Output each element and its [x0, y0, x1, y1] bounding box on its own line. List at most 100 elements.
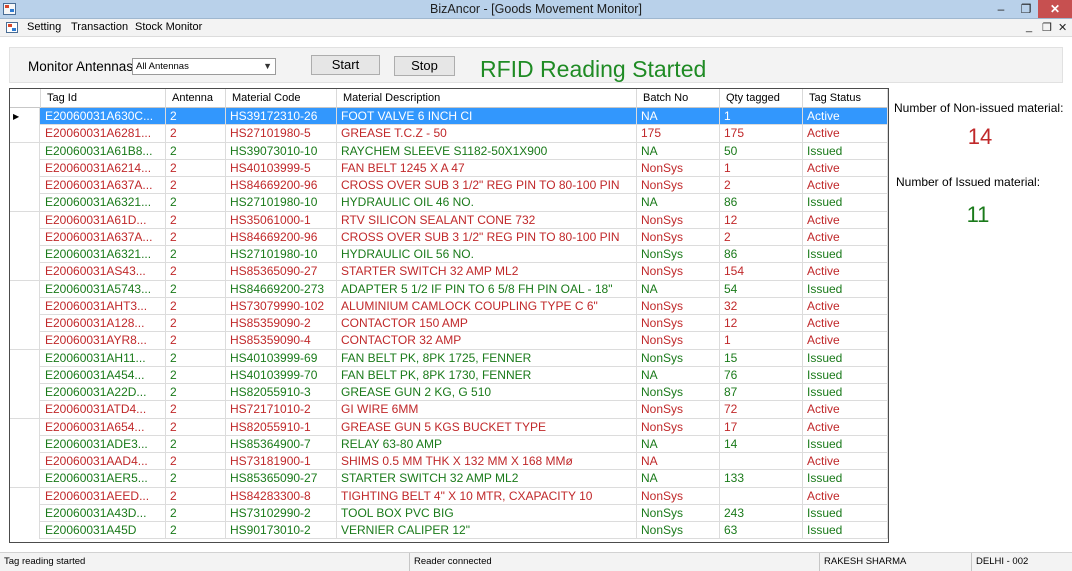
cell-tag-status[interactable]: Issued — [803, 194, 888, 212]
current-row-indicator-icon[interactable]: ▶ — [10, 108, 40, 125]
mdi-close-button[interactable]: ✕ — [1058, 21, 1067, 34]
cell-material-code[interactable]: HS90173010-2 — [226, 522, 337, 539]
cell-qty-tagged[interactable]: 1 — [720, 159, 803, 177]
table-row[interactable]: E20060031A61B8... 2 HS39073010-10 RAYCHEM S… — [10, 142, 888, 160]
cell-tag-id[interactable]: E20060031A128... — [41, 315, 166, 332]
cell-qty-tagged[interactable]: 17 — [720, 418, 803, 436]
cell-material-code[interactable]: HS84283300-8 — [226, 487, 337, 505]
cell-batch-no[interactable]: NA — [637, 108, 720, 125]
cell-material-code[interactable]: HS85365090-27 — [226, 470, 337, 488]
cell-antenna[interactable]: 2 — [166, 159, 226, 177]
row-selector[interactable] — [10, 125, 40, 143]
table-row[interactable]: E20060031A6321... 2 HS27101980-10 HYDRAULIC… — [10, 194, 888, 212]
cell-antenna[interactable]: 2 — [166, 487, 226, 505]
cell-batch-no[interactable]: NonSys — [637, 504, 720, 522]
row-selector[interactable] — [10, 401, 40, 419]
cell-batch-no[interactable]: NonSys — [637, 315, 720, 332]
start-button[interactable]: Start — [311, 55, 380, 75]
cell-tag-id[interactable]: E20060031A5743... — [41, 280, 166, 298]
cell-material-code[interactable]: HS73181900-1 — [226, 453, 337, 470]
cell-tag-status[interactable]: Active — [803, 108, 888, 125]
goods-grid[interactable]: Tag Id Antenna Material Code Material De… — [9, 88, 889, 543]
cell-material-description[interactable]: HYDRAULIC OIL 46 NO. — [337, 194, 637, 212]
cell-antenna[interactable]: 2 — [166, 263, 226, 281]
cell-batch-no[interactable]: NonSys — [637, 297, 720, 315]
table-row[interactable]: ▶ E20060031A630C... 2 HS39172310-26 FOOT VAL… — [10, 108, 888, 126]
cell-material-description[interactable]: CROSS OVER SUB 3 1/2" REG PIN TO 80-100 … — [337, 228, 637, 246]
cell-tag-id[interactable]: E20060031A637A... — [41, 177, 166, 194]
cell-batch-no[interactable]: NonSys — [637, 522, 720, 539]
cell-antenna[interactable]: 2 — [166, 246, 226, 263]
cell-batch-no[interactable]: NA — [637, 280, 720, 298]
cell-material-code[interactable]: HS40103999-5 — [226, 159, 337, 177]
table-row[interactable]: E20060031A637A... 2 HS84669200-96 CROSS OVE… — [10, 228, 888, 246]
cell-material-code[interactable]: HS27101980-10 — [226, 246, 337, 263]
table-row[interactable]: E20060031ATD4... 2 HS72171010-2 GI WIRE 6MM… — [10, 401, 888, 419]
cell-material-code[interactable]: HS85359090-2 — [226, 315, 337, 332]
cell-qty-tagged[interactable]: 86 — [720, 194, 803, 212]
table-row[interactable]: E20060031A5743... 2 HS84669200-273 ADAPTER … — [10, 280, 888, 298]
cell-material-description[interactable]: CROSS OVER SUB 3 1/2" REG PIN TO 80-100 … — [337, 177, 637, 194]
cell-material-description[interactable]: CONTACTOR 150 AMP — [337, 315, 637, 332]
cell-material-description[interactable]: GREASE GUN 2 KG, G 510 — [337, 384, 637, 401]
cell-qty-tagged[interactable]: 12 — [720, 211, 803, 229]
cell-qty-tagged[interactable] — [720, 487, 803, 505]
mdi-minimize-button[interactable]: _ — [1026, 21, 1032, 33]
cell-qty-tagged[interactable]: 15 — [720, 349, 803, 367]
table-row[interactable]: E20060031AER5... 2 HS85365090-27 STARTER SW… — [10, 470, 888, 488]
table-row[interactable]: E20060031A45D 2 HS90173010-2 VERNIER CALIPE… — [10, 522, 888, 540]
cell-tag-status[interactable]: Active — [803, 418, 888, 436]
row-selector[interactable] — [10, 349, 40, 367]
cell-tag-id[interactable]: E20060031A454... — [41, 366, 166, 384]
cell-material-description[interactable]: ADAPTER 5 1/2 IF PIN TO 6 5/8 FH PIN OAL… — [337, 280, 637, 298]
cell-material-description[interactable]: FAN BELT 1245 X A 47 — [337, 159, 637, 177]
cell-batch-no[interactable]: NonSys — [637, 401, 720, 419]
stop-button[interactable]: Stop — [394, 56, 455, 76]
table-row[interactable]: E20060031AS43... 2 HS85365090-27 STARTER SW… — [10, 263, 888, 281]
cell-material-description[interactable]: FOOT VALVE 6 INCH CI — [337, 108, 637, 125]
cell-material-code[interactable]: HS39073010-10 — [226, 142, 337, 160]
table-row[interactable]: E20060031ADE3... 2 HS85364900-7 RELAY 63-80… — [10, 435, 888, 453]
cell-material-code[interactable]: HS73102990-2 — [226, 504, 337, 522]
cell-batch-no[interactable]: NonSys — [637, 487, 720, 505]
antenna-select[interactable]: All Antennas ▼ — [132, 58, 276, 75]
header-antenna[interactable]: Antenna — [166, 89, 226, 108]
cell-batch-no[interactable]: NA — [637, 194, 720, 212]
table-row[interactable]: E20060031A454... 2 HS40103999-70 FAN BELT P… — [10, 366, 888, 384]
cell-material-code[interactable]: HS40103999-70 — [226, 366, 337, 384]
table-row[interactable]: E20060031AH11... 2 HS40103999-69 FAN BELT P… — [10, 349, 888, 367]
row-selector[interactable] — [10, 453, 40, 470]
cell-tag-id[interactable]: E20060031A630C... — [41, 108, 166, 125]
cell-material-code[interactable]: HS35061000-1 — [226, 211, 337, 229]
cell-batch-no[interactable]: NonSys — [637, 332, 720, 350]
table-row[interactable]: E20060031A654... 2 HS82055910-1 GREASE GUN … — [10, 418, 888, 436]
row-selector[interactable] — [10, 159, 40, 177]
table-row[interactable]: E20060031A22D... 2 HS82055910-3 GREASE GUN … — [10, 384, 888, 402]
menu-transaction[interactable]: Transaction — [71, 21, 128, 33]
cell-material-code[interactable]: HS40103999-69 — [226, 349, 337, 367]
cell-tag-status[interactable]: Active — [803, 263, 888, 281]
cell-batch-no[interactable]: NonSys — [637, 159, 720, 177]
cell-material-description[interactable]: GREASE T.C.Z - 50 — [337, 125, 637, 143]
cell-qty-tagged[interactable]: 32 — [720, 297, 803, 315]
cell-tag-id[interactable]: E20060031ATD4... — [41, 401, 166, 419]
cell-tag-status[interactable]: Active — [803, 177, 888, 194]
cell-antenna[interactable]: 2 — [166, 108, 226, 125]
table-row[interactable]: E20060031AHT3... 2 HS73079990-102 ALUMINIUM… — [10, 297, 888, 315]
cell-tag-id[interactable]: E20060031A22D... — [41, 384, 166, 401]
cell-antenna[interactable]: 2 — [166, 315, 226, 332]
row-selector[interactable] — [10, 228, 40, 246]
cell-tag-status[interactable]: Issued — [803, 522, 888, 539]
cell-batch-no[interactable]: NonSys — [637, 228, 720, 246]
cell-qty-tagged[interactable]: 1 — [720, 108, 803, 125]
cell-tag-status[interactable]: Active — [803, 401, 888, 419]
cell-tag-status[interactable]: Issued — [803, 349, 888, 367]
cell-tag-status[interactable]: Issued — [803, 280, 888, 298]
cell-antenna[interactable]: 2 — [166, 418, 226, 436]
cell-material-code[interactable]: HS27101980-5 — [226, 125, 337, 143]
cell-batch-no[interactable]: NA — [637, 142, 720, 160]
cell-tag-id[interactable]: E20060031AER5... — [41, 470, 166, 488]
cell-tag-id[interactable]: E20060031AS43... — [41, 263, 166, 281]
cell-material-description[interactable]: RAYCHEM SLEEVE S1182-50X1X900 — [337, 142, 637, 160]
table-row[interactable]: E20060031A6214... 2 HS40103999-5 FAN BELT 1… — [10, 159, 888, 177]
